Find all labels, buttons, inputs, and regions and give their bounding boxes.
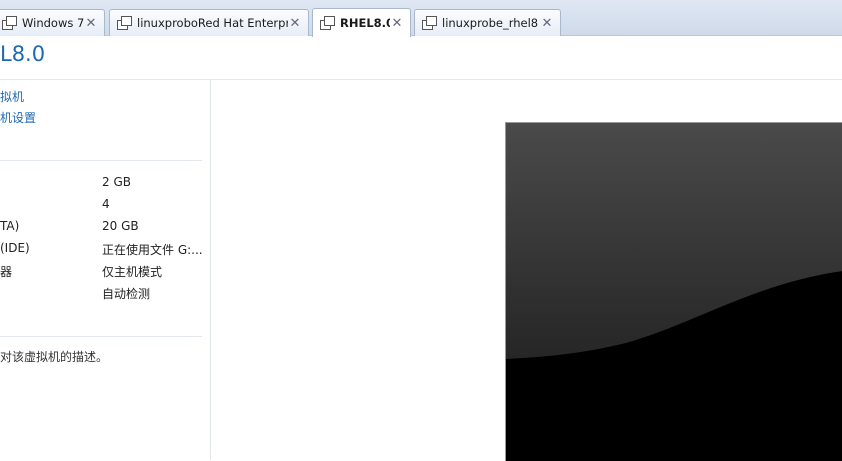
device-network-value: 仅主机模式 [102, 265, 163, 279]
close-icon[interactable]: ✕ [84, 16, 98, 31]
vm-description[interactable]: 对该虚拟机的描述。 [0, 348, 108, 365]
device-memory-value: 2 GB [102, 175, 131, 189]
device-harddisk-label: TA) [0, 219, 20, 233]
tab-windows7[interactable]: Windows 7 ✕ [0, 9, 105, 36]
tab-label: linuxprobe_rhel8 [442, 16, 539, 30]
close-icon[interactable]: ✕ [540, 16, 554, 31]
close-icon[interactable]: ✕ [288, 16, 302, 31]
vm-screen-thumbnail[interactable] [505, 122, 842, 461]
tab-rhel8[interactable]: RHEL8.0 ✕ [312, 8, 411, 37]
tab-linuxprobe-rhel8[interactable]: linuxprobe_rhel8 ✕ [414, 9, 561, 36]
vm-icon [421, 16, 437, 30]
vm-icon [116, 16, 132, 30]
close-icon[interactable]: ✕ [390, 16, 404, 31]
vm-title: L8.0 [0, 42, 46, 66]
edit-vm-settings-link[interactable]: 机设置 [0, 109, 36, 126]
device-processors-value: 4 [102, 197, 110, 211]
section-divider [0, 336, 202, 337]
thumbnail-graphic [506, 123, 842, 461]
tab-label: linuxproboRed Hat Enterprise ... [137, 16, 288, 30]
section-divider [0, 160, 202, 161]
power-on-vm-link[interactable]: 拟机 [0, 88, 24, 105]
vm-icon [1, 16, 17, 30]
tab-label: RHEL8.0 [340, 16, 390, 30]
tab-label: Windows 7 [22, 16, 84, 30]
vm-icon [319, 16, 335, 30]
device-cdrom-value: 正在使用文件 G:... [102, 243, 203, 257]
device-harddisk-value: 20 GB [102, 219, 139, 233]
device-network-label: 器 [0, 265, 13, 279]
tab-linuxprobo-rhel[interactable]: linuxproboRed Hat Enterprise ... ✕ [109, 9, 309, 36]
device-cdrom-label: (IDE) [0, 241, 30, 255]
vm-details-pane: 拟机 机设置 2 GB 4 TA) 20 GB (IDE) 正在使用文件 G:.… [0, 80, 211, 460]
tab-bar: Windows 7 ✕ linuxproboRed Hat Enterprise… [0, 0, 842, 37]
device-display-value: 自动检测 [102, 287, 151, 301]
